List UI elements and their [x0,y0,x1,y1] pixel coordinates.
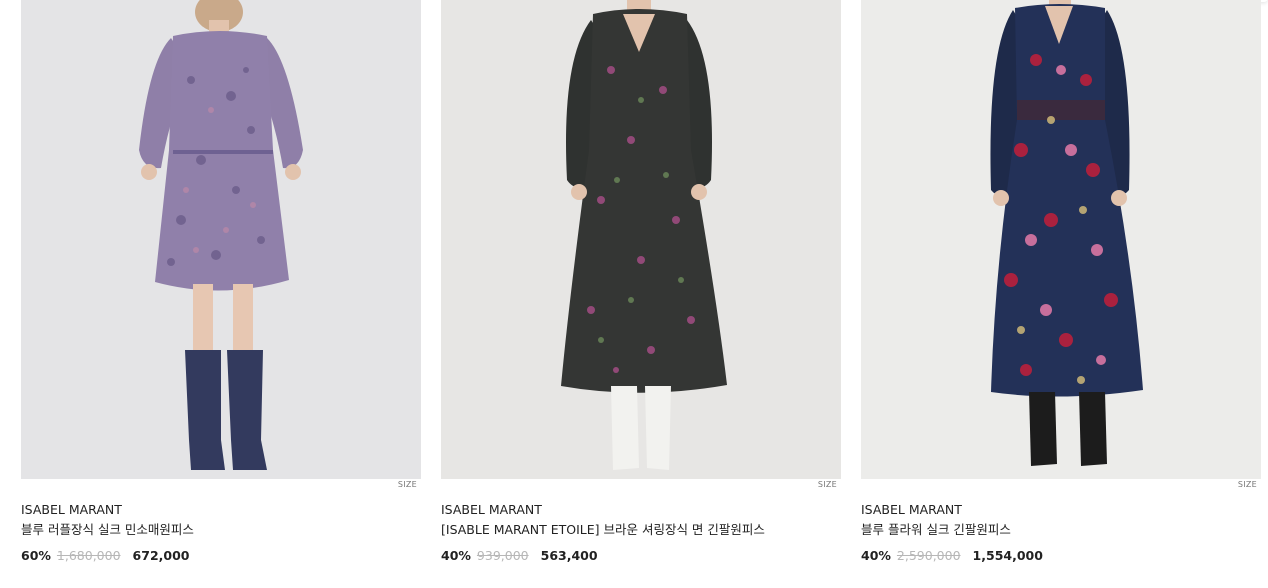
product-image[interactable] [861,0,1261,479]
product-card[interactable]: SIZE ISABEL MARANT 블루 플라워 실크 긴팔원피스 40% 2… [861,0,1261,588]
discount-rate: 60% [21,548,51,563]
size-link[interactable]: SIZE [818,480,837,489]
original-price: 2,590,000 [896,548,961,563]
product-image[interactable] [21,0,421,479]
product-name[interactable]: [ISABLE MARANT ETOILE] 브라운 셔링장식 면 긴팔원피스 [441,519,765,538]
original-price: 1,680,000 [56,548,121,563]
sale-price: 563,400 [540,548,598,563]
discount-rate: 40% [441,548,471,563]
product-brand[interactable]: ISABEL MARANT [21,502,122,517]
price-row: 40% 939,000 563,400 [441,548,598,563]
size-link[interactable]: SIZE [398,480,417,489]
product-image[interactable] [441,0,841,479]
product-brand[interactable]: ISABEL MARANT [441,502,542,517]
discount-rate: 40% [861,548,891,563]
product-card[interactable]: SIZE ISABEL MARANT 블루 러플장식 실크 민소매원피스 60%… [21,0,421,588]
original-price: 939,000 [476,548,529,563]
product-name[interactable]: 블루 러플장식 실크 민소매원피스 [21,519,194,538]
size-link[interactable]: SIZE [1238,480,1257,489]
product-card[interactable]: SIZE ISABEL MARANT [ISABLE MARANT ETOILE… [441,0,841,588]
product-name[interactable]: 블루 플라워 실크 긴팔원피스 [861,519,1011,538]
price-row: 60% 1,680,000 672,000 [21,548,189,563]
product-grid: SIZE ISABEL MARANT 블루 러플장식 실크 민소매원피스 60%… [0,0,1268,588]
price-row: 40% 2,590,000 1,554,000 [861,548,1043,563]
product-brand[interactable]: ISABEL MARANT [861,502,962,517]
sale-price: 672,000 [132,548,190,563]
sale-price: 1,554,000 [972,548,1043,563]
